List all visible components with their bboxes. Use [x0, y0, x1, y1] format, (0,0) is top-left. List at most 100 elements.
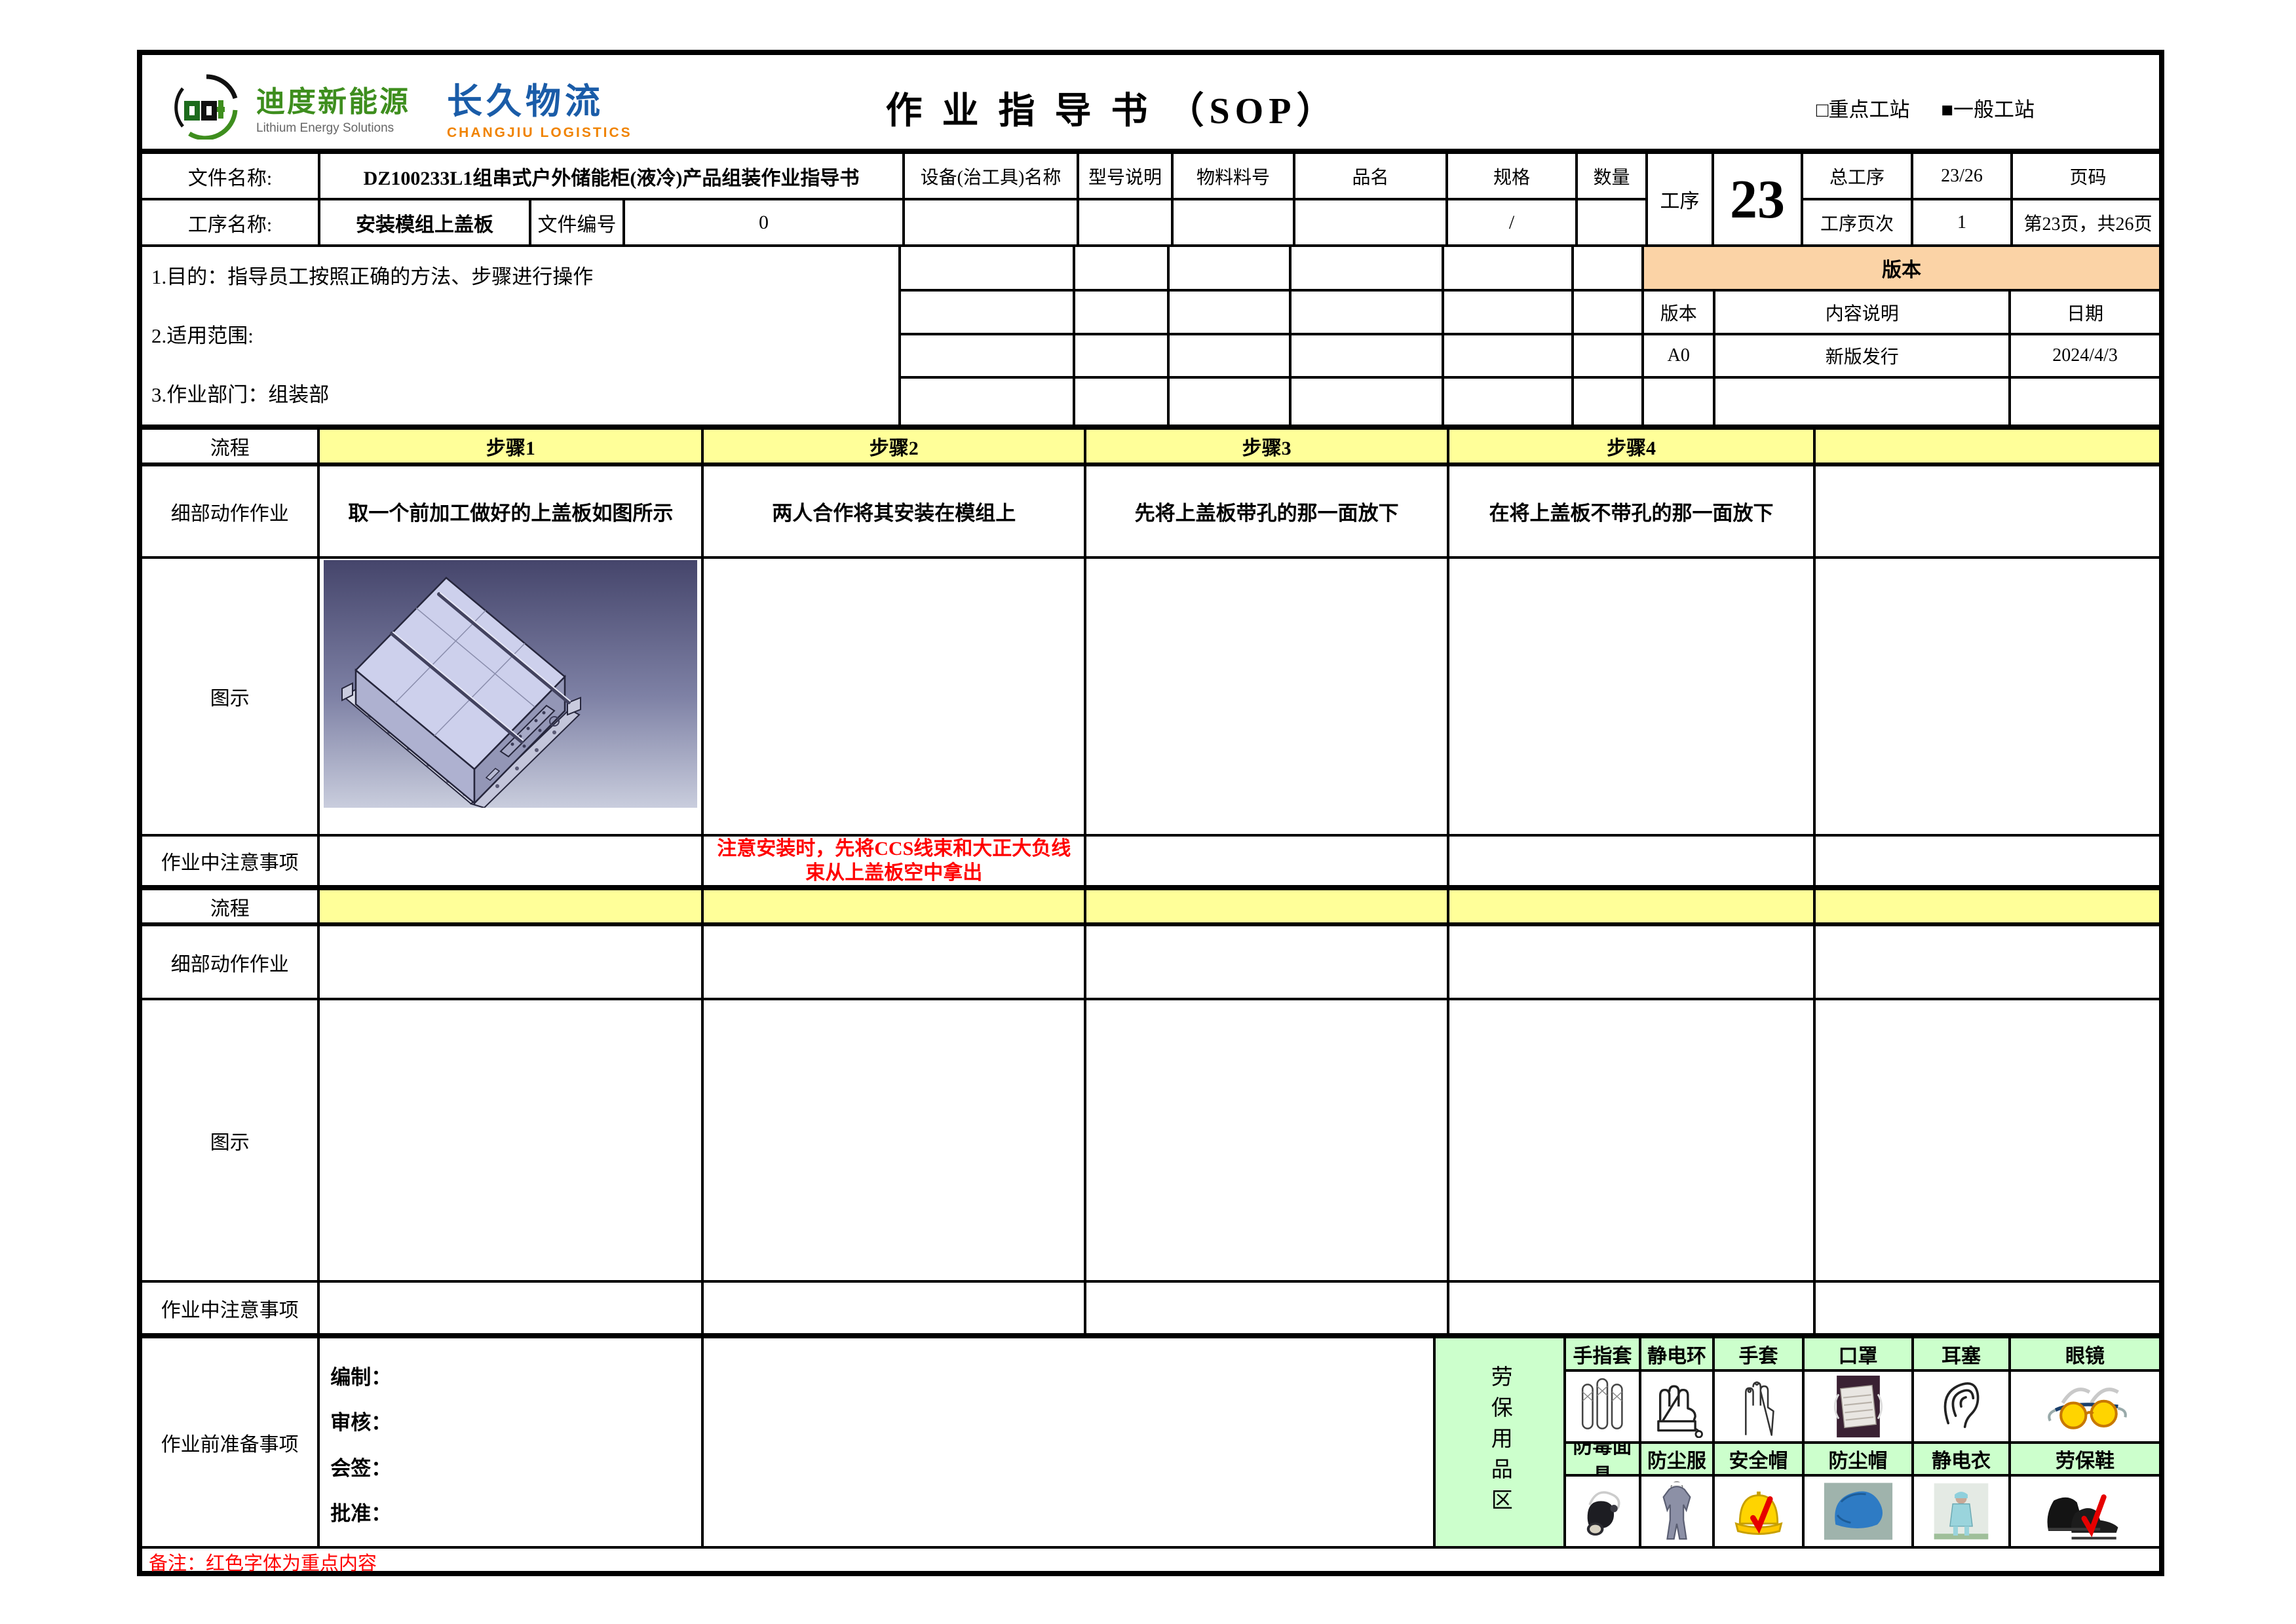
ppe-safety-shoes-label: 劳保鞋 [2011, 1444, 2159, 1474]
page-title: 作 业 指 导 书 （SOP） [850, 81, 1374, 134]
ppe-mask-label: 口罩 [1805, 1338, 1914, 1369]
doc-no-value: 0 [625, 200, 905, 244]
version-header: 版本 [1644, 247, 2159, 289]
version-row-empty [1644, 379, 2159, 425]
sig-approved-by: 批准： [330, 1497, 391, 1526]
safety-shoes-icon [2036, 1481, 2134, 1542]
sig-prepared-by: 编制： [330, 1361, 391, 1390]
detail-row-2: 细部动作作业 [142, 926, 2159, 1000]
ppe-dust-cap-label: 防尘帽 [1805, 1444, 1914, 1474]
item-name-value [1295, 200, 1448, 244]
notes-label: 作业中注意事项 [142, 837, 320, 885]
image-row-1: 图示 [142, 559, 2159, 837]
safety-glasses-icon [2036, 1375, 2134, 1438]
page-text: 第23页，共26页 [2013, 200, 2163, 244]
process-name-label: 工序名称: [142, 200, 320, 244]
ppe-dust-suit-label: 防尘服 [1641, 1444, 1715, 1474]
notes-row-2: 作业中注意事项 [142, 1283, 2159, 1338]
changjiu-logo-en: CHANGJIU LOGISTICS [447, 125, 632, 141]
prep-row: 作业前准备事项 编制： 审核： 会签： 批准： 劳保用品区 手指套 静电环 手套… [142, 1338, 2159, 1549]
image-row-2: 图示 [142, 1000, 2159, 1283]
detail-step-4: 在将上盖板不带孔的那一面放下 [1449, 466, 1816, 556]
ppe-area-label: 劳保用品区 [1483, 1365, 1515, 1519]
image-step-1-cell [320, 559, 704, 834]
purpose-section: 1.目的：指导员工按照正确的方法、步骤进行操作 2.适用范围: 3.作业部门：组… [142, 247, 2159, 430]
model-header: 型号说明 [1079, 154, 1174, 198]
process-number: 23 [1714, 154, 1803, 244]
ppe-helmet-label: 安全帽 [1715, 1444, 1805, 1474]
prep-label: 作业前准备事项 [142, 1338, 320, 1546]
ppe-glasses-label: 眼镜 [2011, 1338, 2159, 1369]
process-page-value: 1 [1913, 200, 2013, 244]
total-process-value: 23/26 [1913, 154, 2013, 198]
qty-header: 数量 [1578, 154, 1645, 198]
general-station-checkbox: ■一般工站 [1941, 98, 2035, 121]
flow-label-2: 流程 [142, 890, 320, 922]
remark-text: 备注：红色字体为重点内容 [149, 1548, 377, 1576]
spec-header: 规格 [1448, 154, 1578, 198]
equip-name-header: 设备(治工具)名称 [905, 154, 1079, 198]
doc-name-label: 文件名称: [142, 154, 320, 198]
flow-header-row-1: 流程 步骤1 步骤2 步骤3 步骤4 [142, 430, 2159, 466]
total-process-label: 总工序 [1803, 154, 1913, 198]
model-value [1079, 200, 1174, 244]
step-3-header: 步骤3 [1086, 430, 1449, 463]
sop-document-page: 迪度新能源 Lithium Energy Solutions 长久物流 CHAN… [0, 0, 2296, 1624]
gas-mask-icon [1577, 1481, 1629, 1542]
date-col-header: 日期 [2011, 292, 2159, 333]
step-4-header: 步骤4 [1449, 430, 1816, 463]
version-col-header: 版本 [1644, 292, 1715, 333]
equip-name-value [905, 200, 1079, 244]
detail-step-1: 取一个前加工做好的上盖板如图所示 [320, 466, 704, 556]
didu-logo-text: 迪度新能源 Lithium Energy Solutions [256, 78, 410, 136]
version-value: A0 [1644, 335, 1715, 376]
doc-no-label: 文件编号 [531, 200, 625, 244]
purpose-line-3: 3.作业部门：组装部 [151, 378, 329, 407]
ppe-area-label-cell: 劳保用品区 [1436, 1338, 1566, 1546]
ppe-wrist-strap-label: 静电环 [1641, 1338, 1715, 1369]
detail-label: 细部动作作业 [142, 466, 320, 556]
detail-row-1: 细部动作作业 取一个前加工做好的上盖板如图所示 两人合作将其安装在模组上 先将上… [142, 466, 2159, 559]
didu-logo-cn: 迪度新能源 [256, 78, 410, 120]
image-label: 图示 [142, 559, 320, 834]
detail-label-2: 细部动作作业 [142, 926, 320, 998]
equipment-grid [901, 247, 1641, 425]
esd-clothes-icon [1930, 1481, 1992, 1542]
ppe-ear-plug-label: 耳塞 [1914, 1338, 2011, 1369]
desc-value: 新版发行 [1715, 335, 2011, 376]
page-no-header: 页码 [2013, 154, 2163, 198]
remark-row: 备注：红色字体为重点内容 [142, 1549, 2159, 1575]
desc-col-header: 内容说明 [1715, 292, 2011, 333]
notes-label-2: 作业中注意事项 [142, 1283, 320, 1333]
changjiu-logo-cn: 长久物流 [447, 72, 632, 124]
purpose-line-2: 2.适用范围: [151, 319, 254, 349]
process-label: 工序 [1645, 154, 1714, 244]
ppe-esd-clothes-label: 静电衣 [1914, 1444, 2011, 1474]
process-name-value: 安装模组上盖板 [320, 200, 531, 244]
key-station-checkbox: □重点工站 [1816, 98, 1910, 121]
image-label-2: 图示 [142, 1000, 320, 1280]
date-value: 2024/4/3 [2011, 335, 2159, 376]
dust-suit-icon [1654, 1480, 1700, 1543]
purpose-line-1: 1.目的：指导员工按照正确的方法、步骤进行操作 [151, 260, 593, 290]
process-page-label: 工序页次 [1803, 200, 1913, 244]
ear-plug-icon [1931, 1375, 1991, 1438]
version-block: 版本 版本 内容说明 日期 A0 新版发行 2024/4/3 [1641, 247, 2159, 425]
info-row-1: 文件名称: DZ100233L1组串式户外储能柜(液冷)产品组装作业指导书 设备… [142, 154, 1645, 200]
logo-group: 迪度新能源 Lithium Energy Solutions 长久物流 CHAN… [174, 72, 632, 141]
changjiu-logo-text: 长久物流 CHANGJIU LOGISTICS [447, 72, 632, 141]
wrist-strap-icon [1647, 1375, 1706, 1438]
face-mask-icon [1824, 1374, 1893, 1439]
purpose-cell: 1.目的：指导员工按照正确的方法、步骤进行操作 2.适用范围: 3.作业部门：组… [142, 247, 901, 425]
info-row-2: 工序名称: 安装模组上盖板 文件编号 0 / [142, 200, 1645, 244]
doc-name-value: DZ100233L1组串式户外储能柜(液冷)产品组装作业指导书 [320, 154, 905, 198]
step-2-header: 步骤2 [704, 430, 1086, 463]
version-row-a0: A0 新版发行 2024/4/3 [1644, 335, 2159, 379]
didu-logo-en: Lithium Energy Solutions [256, 121, 410, 136]
signature-cell: 编制： 审核： 会签： 批准： [320, 1338, 703, 1546]
didu-logo-icon [174, 74, 239, 140]
sig-reviewed-by: 审核： [330, 1406, 391, 1435]
step-1-header: 步骤1 [320, 430, 704, 463]
ppe-gloves-label: 手套 [1715, 1338, 1805, 1369]
detail-step-3: 先将上盖板带孔的那一面放下 [1086, 466, 1449, 556]
